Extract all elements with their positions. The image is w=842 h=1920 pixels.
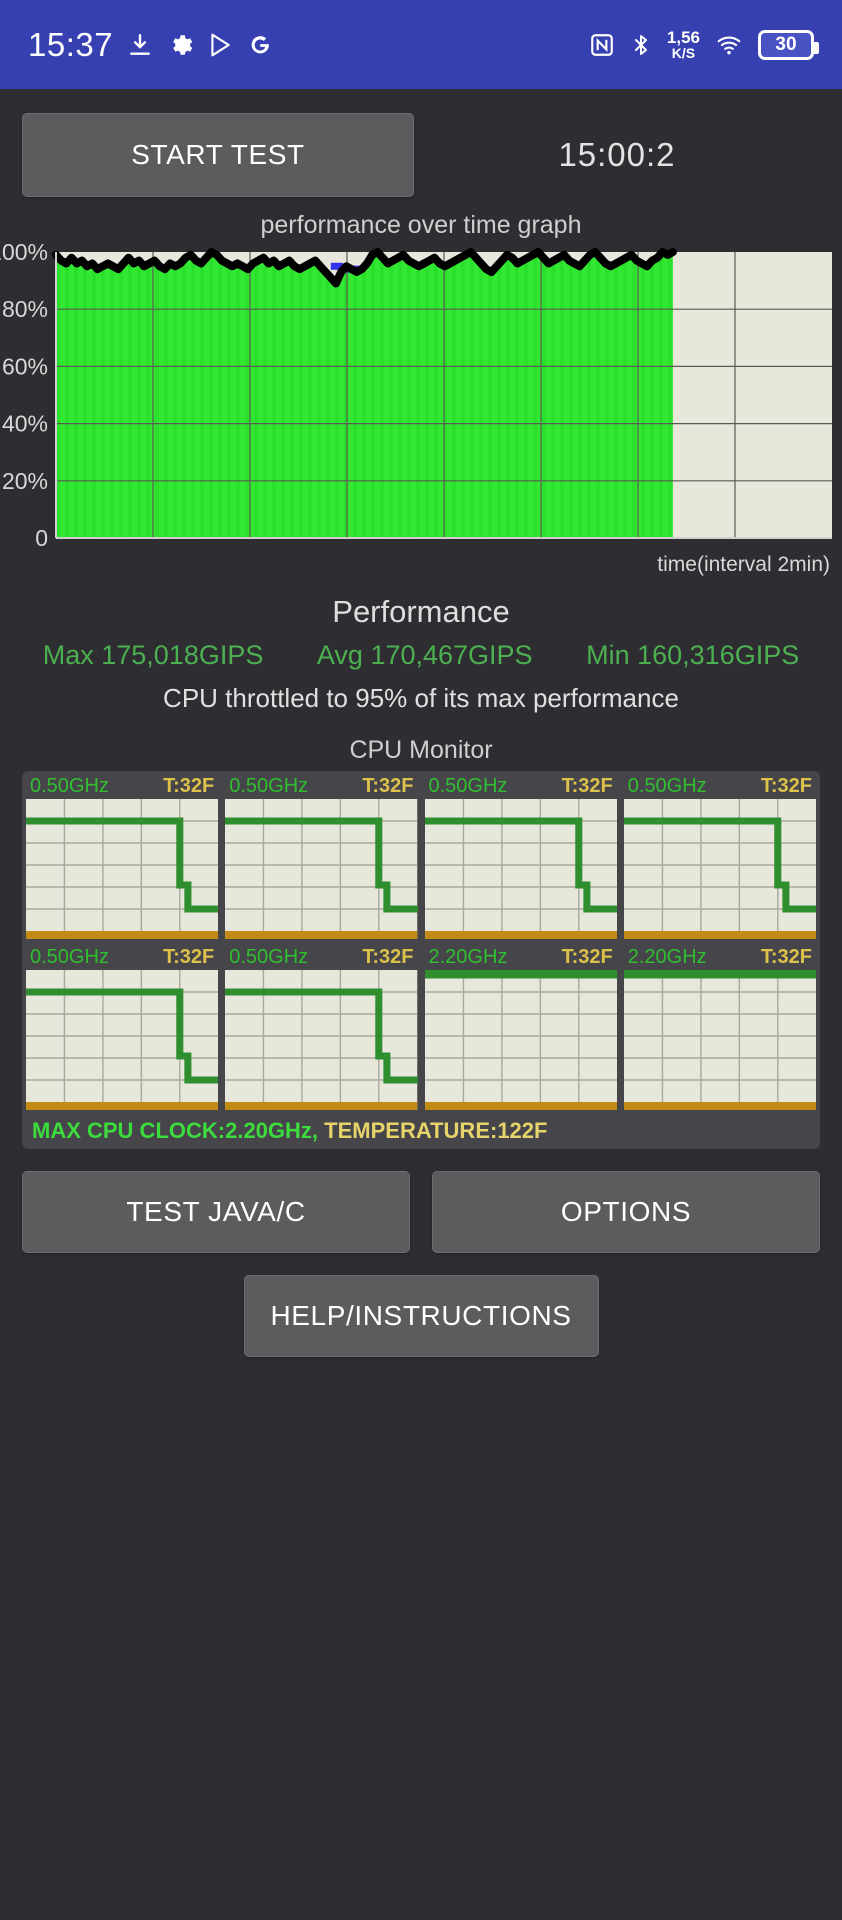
battery-level: 30 [775, 33, 797, 55]
nfc-icon [589, 32, 615, 58]
bluetooth-icon [629, 32, 653, 58]
options-button[interactable]: OPTIONS [432, 1171, 820, 1253]
download-icon [127, 32, 153, 58]
cpu-core-graph [424, 799, 617, 939]
gear-icon [167, 32, 193, 58]
start-test-button[interactable]: START TEST [22, 113, 414, 197]
cpu-core-cell: 2.20GHz T:32F [424, 946, 617, 1110]
cpu-core-graph [623, 799, 816, 939]
performance-stats: Max 175,018GIPS Avg 170,467GIPS Min 160,… [0, 640, 842, 671]
performance-max: Max 175,018GIPS [42, 640, 264, 670]
cpu-core-labels: 0.50GHz T:32F [26, 775, 218, 799]
network-speed-unit: K/S [671, 45, 696, 61]
cpu-core-frequency: 0.50GHz [30, 946, 109, 968]
performance-min: Min 160,316GIPS [586, 640, 800, 670]
network-speed-value: 1,56 [666, 28, 700, 47]
cpu-core-temperature: T:32F [163, 946, 215, 968]
cpu-core-cell: 0.50GHz T:32F [26, 946, 219, 1110]
cpu-core-cell: 0.50GHz T:32F [225, 946, 418, 1110]
cpu-core-cell: 0.50GHz T:32F [26, 775, 219, 939]
cpu-core-temperature: T:32F [760, 946, 812, 968]
cpu-core-temperature: T:32F [163, 775, 215, 797]
cpu-core-frequency: 0.50GHz [627, 775, 707, 797]
action-button-row: TEST JAVA/C OPTIONS [0, 1149, 842, 1253]
cpu-core-frequency: 0.50GHz [30, 775, 109, 797]
status-bar-clock: 15:37 [28, 25, 114, 63]
cpu-core-graph [623, 970, 816, 1110]
svg-text:40%: 40% [2, 411, 48, 437]
battery-icon: 30 [758, 29, 819, 60]
cpu-core-cell: 2.20GHz T:32F [623, 946, 816, 1110]
status-bar: 15:37 1,56 K/S 30 [0, 0, 842, 89]
performance-chart-svg: 100% 80% 60% 40% 20% 0 [0, 242, 832, 551]
cpu-core-labels: 0.50GHz T:32F [225, 775, 417, 799]
cpu-core-temperature: T:32F [561, 775, 613, 797]
performance-chart-title: performance over time graph [260, 211, 582, 239]
cpu-core-temperature: T:32F [760, 775, 812, 797]
help-button-row: HELP/INSTRUCTIONS [0, 1253, 842, 1357]
top-controls: START TEST 15:00:2 [0, 89, 842, 207]
google-icon [247, 32, 273, 58]
cpu-core-graph [225, 970, 418, 1110]
network-speed-indicator: 1,56 K/S [667, 29, 700, 60]
help-instructions-button[interactable]: HELP/INSTRUCTIONS [243, 1275, 599, 1357]
cpu-core-graph [26, 970, 219, 1110]
cpu-monitor-panel: 0.50GHz T:32F 0.50GHz T:32F 0.50GHz T:32F 0.50… [22, 771, 820, 1149]
cpu-core-temperature: T:32F [561, 946, 613, 968]
performance-heading: Performance [332, 594, 510, 629]
cpu-core-frequency: 0.50GHz [229, 946, 309, 968]
cpu-core-graph [424, 970, 617, 1110]
cpu-core-graph [26, 799, 219, 939]
throttle-message: CPU throttled to 95% of its max performa… [163, 683, 679, 713]
cpu-core-labels: 0.50GHz T:32F [26, 946, 218, 970]
cpu-core-temperature: T:32F [362, 775, 414, 797]
cpu-core-labels: 0.50GHz T:32F [624, 775, 816, 799]
cpu-monitor-heading: CPU Monitor [349, 736, 493, 764]
cpu-core-grid: 0.50GHz T:32F 0.50GHz T:32F 0.50GHz T:32F 0.50… [26, 775, 816, 1110]
cpu-core-frequency: 0.50GHz [229, 775, 309, 797]
cpu-core-labels: 2.20GHz T:32F [425, 946, 617, 970]
performance-avg: Avg 170,467GIPS [316, 640, 533, 670]
cpu-core-graph [225, 799, 418, 939]
cpu-core-labels: 0.50GHz T:32F [225, 946, 417, 970]
cpu-core-temperature: T:32F [362, 946, 414, 968]
cpu-core-frequency: 2.20GHz [627, 946, 707, 968]
cpu-core-cell: 0.50GHz T:32F [623, 775, 816, 939]
svg-text:100%: 100% [0, 242, 48, 265]
cpu-core-cell: 0.50GHz T:32F [225, 775, 418, 939]
x-axis-label: time(interval 2min) [657, 553, 830, 576]
cpu-core-cell: 0.50GHz T:32F [424, 775, 617, 939]
cpu-core-frequency: 0.50GHz [428, 775, 508, 797]
test-java-c-button[interactable]: TEST JAVA/C [22, 1171, 410, 1253]
svg-text:20%: 20% [2, 468, 48, 494]
svg-text:80%: 80% [2, 296, 48, 322]
cpu-core-frequency: 2.20GHz [428, 946, 508, 968]
status-bar-left: 15:37 [28, 26, 589, 64]
wifi-icon [714, 32, 744, 58]
cpu-summary-clock: MAX CPU CLOCK:2.20GHz, [32, 1118, 319, 1143]
svg-text:60%: 60% [2, 353, 48, 379]
cpu-core-labels: 2.20GHz T:32F [624, 946, 816, 970]
test-timer: 15:00:2 [558, 136, 676, 173]
status-bar-right: 1,56 K/S 30 [589, 29, 819, 60]
svg-text:0: 0 [35, 525, 48, 551]
cpu-core-labels: 0.50GHz T:32F [425, 775, 617, 799]
play-store-icon [207, 32, 233, 58]
performance-chart: 100% 80% 60% 40% 20% 0 time(interval 2min) [0, 242, 842, 576]
cpu-summary: MAX CPU CLOCK:2.20GHz, TEMPERATURE:122F [26, 1115, 816, 1149]
cpu-summary-temp: TEMPERATURE:122F [324, 1118, 548, 1143]
